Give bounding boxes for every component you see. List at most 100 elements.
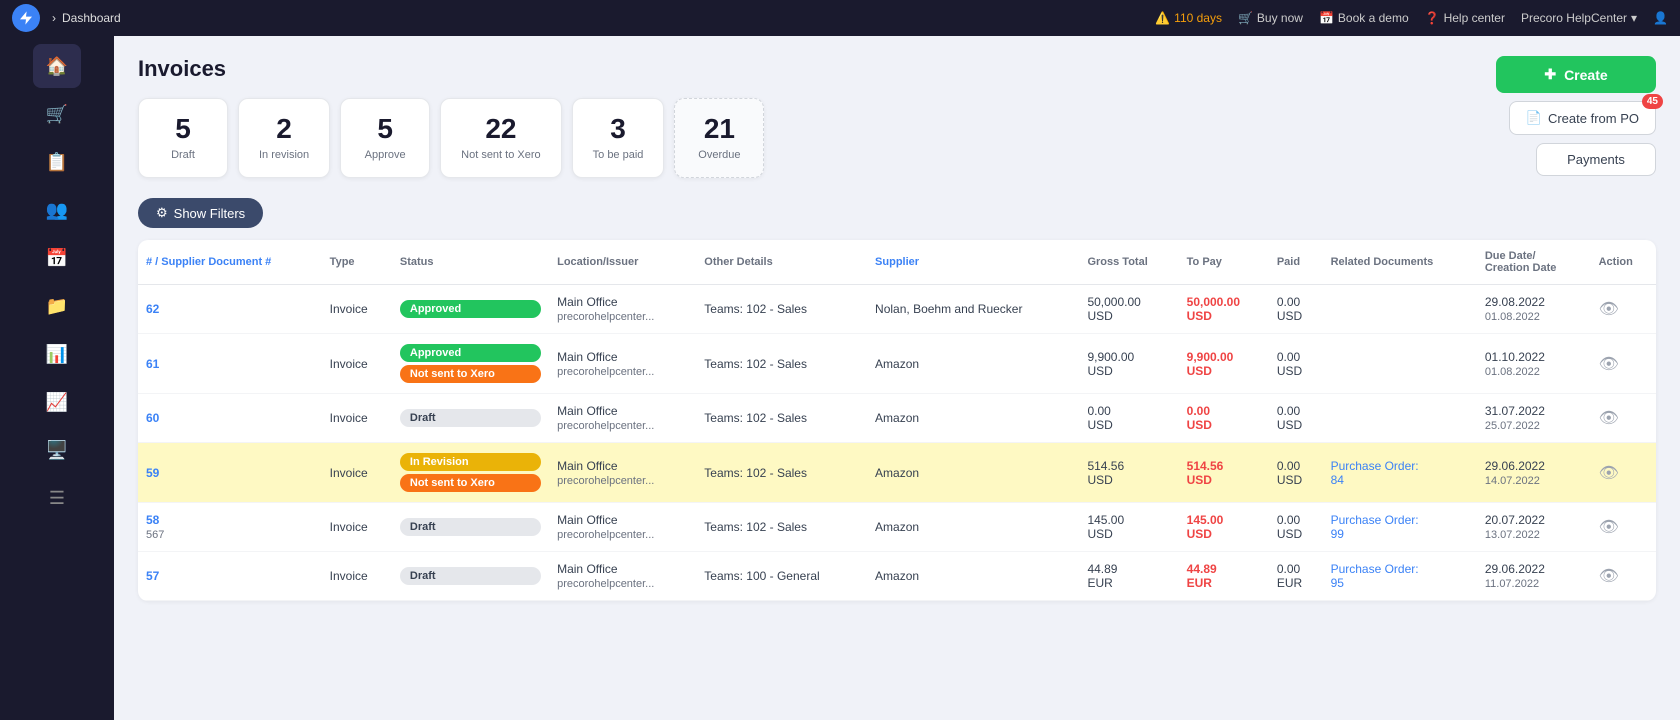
paid-amount: 0.00	[1277, 459, 1300, 473]
sidebar-item-documents[interactable]: 📁	[33, 284, 81, 328]
stat-to-be-paid[interactable]: 3 To be paid	[572, 98, 665, 178]
gross-amount: 44.89	[1087, 562, 1117, 576]
stat-draft[interactable]: 5 Draft	[138, 98, 228, 178]
cell-related	[1323, 394, 1477, 443]
table-row: 60 Invoice Draft Main Office precorohelp…	[138, 394, 1656, 443]
cell-id: 57	[138, 552, 322, 601]
col-supplier[interactable]: Supplier	[867, 240, 1079, 285]
show-filters-button[interactable]: ⚙ Show Filters	[138, 198, 263, 228]
col-status: Status	[392, 240, 549, 285]
payments-button[interactable]: Payments	[1536, 143, 1656, 176]
breadcrumb-item[interactable]: Dashboard	[62, 11, 121, 25]
sidebar-item-users[interactable]: 👥	[33, 188, 81, 232]
cell-status: Approved	[392, 285, 549, 334]
cell-status: ApprovedNot sent to Xero	[392, 334, 549, 394]
creation-date: 01.08.2022	[1485, 366, 1540, 378]
sidebar-item-orders[interactable]: 🛒	[33, 92, 81, 136]
analytics-icon: 📈	[46, 392, 68, 413]
book-demo-button[interactable]: 📅 Book a demo	[1319, 11, 1409, 25]
trial-warning: ⚠️ 110 days	[1155, 11, 1222, 25]
invoice-id[interactable]: 62	[146, 302, 159, 316]
sidebar-item-reports[interactable]: 📊	[33, 332, 81, 376]
paid-amount: 0.00	[1277, 295, 1300, 309]
paid-amount: 0.00	[1277, 404, 1300, 418]
stat-approve[interactable]: 5 Approve	[340, 98, 430, 178]
stat-overdue-number: 21	[695, 115, 743, 143]
page-header: Invoices 5 Draft 2 In revision 5 Approve	[114, 36, 1680, 190]
status-badge: In Revision	[400, 453, 541, 471]
cell-supplier: Amazon	[867, 394, 1079, 443]
create-button[interactable]: ✚ Create	[1496, 56, 1656, 93]
status-badge: Approved	[400, 344, 541, 362]
stat-overdue[interactable]: 21 Overdue	[674, 98, 764, 178]
stat-draft-number: 5	[159, 115, 207, 143]
sidebar-item-analytics[interactable]: 📈	[33, 380, 81, 424]
location-sub: precorohelpcenter...	[557, 420, 654, 432]
cell-details: Teams: 102 - Sales	[696, 394, 867, 443]
cell-type: Invoice	[322, 443, 392, 503]
stat-to-be-paid-number: 3	[593, 115, 644, 143]
location-sub: precorohelpcenter...	[557, 578, 654, 590]
invoice-id[interactable]: 61	[146, 357, 159, 371]
helpcenter-user-menu[interactable]: Precoro HelpCenter ▾	[1521, 11, 1637, 25]
status-badge: Draft	[400, 518, 541, 536]
cell-id: 60	[138, 394, 322, 443]
create-from-po-button[interactable]: 📄 Create from PO 45	[1509, 101, 1656, 135]
invoice-id[interactable]: 59	[146, 466, 159, 480]
stat-revision-number: 2	[259, 115, 309, 143]
invoice-id[interactable]: 57	[146, 569, 159, 583]
sidebar-item-home[interactable]: 🏠	[33, 44, 81, 88]
view-icon[interactable]: 👁	[1599, 465, 1619, 482]
paid-currency: USD	[1277, 527, 1302, 541]
related-doc[interactable]: Purchase Order:95	[1331, 562, 1419, 590]
cell-action: 👁	[1591, 285, 1656, 334]
sidebar-item-invoices[interactable]: 📋	[33, 140, 81, 184]
view-icon[interactable]: 👁	[1599, 568, 1619, 585]
top-navigation: › Dashboard ⚠️ 110 days 🛒 Buy now 📅 Book…	[0, 0, 1680, 36]
cell-details: Teams: 102 - Sales	[696, 443, 867, 503]
view-icon[interactable]: 👁	[1599, 410, 1619, 427]
to-pay-currency: USD	[1187, 527, 1212, 541]
col-dates: Due Date/Creation Date	[1477, 240, 1591, 285]
invoice-type: Invoice	[330, 302, 368, 316]
cell-dates: 01.10.2022 01.08.2022	[1477, 334, 1591, 394]
col-id[interactable]: # / Supplier Document #	[138, 240, 322, 285]
cell-related	[1323, 334, 1477, 394]
other-details: Teams: 102 - Sales	[704, 466, 807, 480]
breadcrumb: › Dashboard	[52, 11, 1155, 25]
cell-supplier: Amazon	[867, 552, 1079, 601]
cell-type: Invoice	[322, 394, 392, 443]
cell-action: 👁	[1591, 552, 1656, 601]
related-doc[interactable]: Purchase Order:99	[1331, 513, 1419, 541]
cell-gross: 145.00 USD	[1079, 503, 1178, 552]
supplier-name: Amazon	[875, 520, 919, 534]
other-details: Teams: 102 - Sales	[704, 411, 807, 425]
gross-currency: USD	[1087, 309, 1112, 323]
buy-now-button[interactable]: 🛒 Buy now	[1238, 11, 1303, 25]
cell-location: Main Office precorohelpcenter...	[549, 503, 696, 552]
stat-not-sent-number: 22	[461, 115, 541, 143]
to-pay-amount: 50,000.00	[1187, 295, 1240, 309]
stat-not-sent[interactable]: 22 Not sent to Xero	[440, 98, 562, 178]
invoice-id[interactable]: 58	[146, 513, 159, 527]
cell-details: Teams: 100 - General	[696, 552, 867, 601]
view-icon[interactable]: 👁	[1599, 301, 1619, 318]
stat-in-revision[interactable]: 2 In revision	[238, 98, 330, 178]
to-pay-currency: USD	[1187, 418, 1212, 432]
location-name: Main Office	[557, 295, 617, 309]
view-icon[interactable]: 👁	[1599, 519, 1619, 536]
cell-type: Invoice	[322, 334, 392, 394]
invoice-id[interactable]: 60	[146, 411, 159, 425]
view-icon[interactable]: 👁	[1599, 356, 1619, 373]
related-doc[interactable]: Purchase Order:84	[1331, 459, 1419, 487]
user-avatar[interactable]: 👤	[1653, 11, 1668, 25]
reports-icon: 📊	[46, 344, 68, 365]
sidebar-item-menu[interactable]: ☰	[33, 476, 81, 520]
sidebar-item-monitor[interactable]: 🖥️	[33, 428, 81, 472]
cell-details: Teams: 102 - Sales	[696, 334, 867, 394]
paid-amount: 0.00	[1277, 562, 1300, 576]
sidebar-item-calendar[interactable]: 📅	[33, 236, 81, 280]
stat-not-sent-label: Not sent to Xero	[461, 149, 541, 161]
breadcrumb-arrow: ›	[52, 11, 56, 25]
help-center-button[interactable]: ❓ Help center	[1425, 11, 1505, 25]
